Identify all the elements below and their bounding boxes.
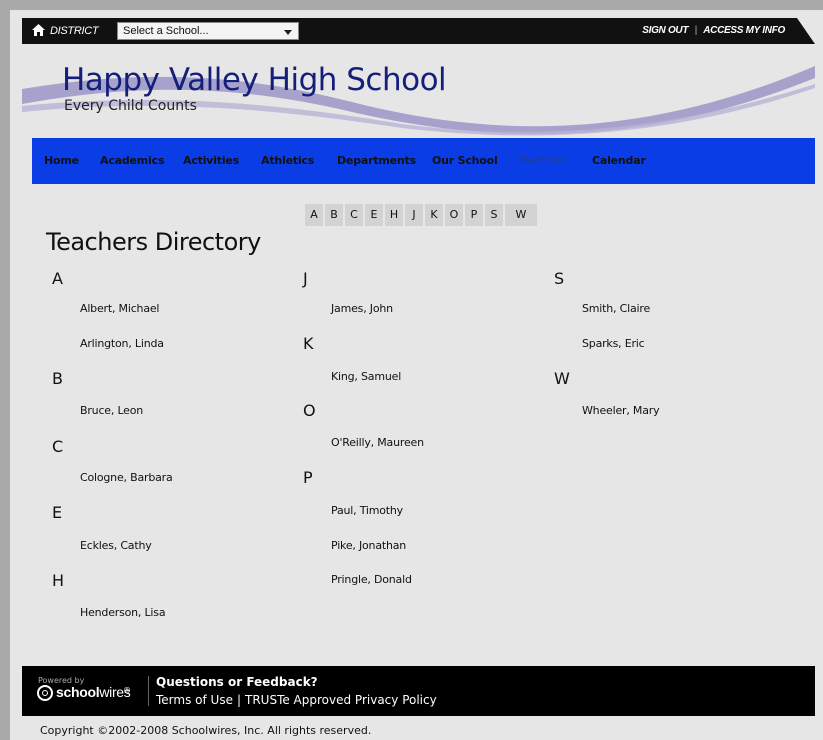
group-letter-s: S xyxy=(554,269,565,288)
alpha-index-o[interactable]: O xyxy=(445,204,463,226)
footer-separator: | xyxy=(236,693,241,707)
alpha-index-j[interactable]: J xyxy=(405,204,423,226)
district-label: DISTRICT xyxy=(50,25,99,37)
feedback-link[interactable]: Questions or Feedback? xyxy=(156,675,318,689)
alpha-index-a[interactable]: A xyxy=(305,204,323,226)
group-letter-h: H xyxy=(52,571,65,590)
group-letter-p: P xyxy=(303,468,313,487)
nav-item-departments[interactable]: Departments xyxy=(337,138,416,184)
footer-divider xyxy=(148,676,149,706)
group-letter-w: W xyxy=(554,369,570,388)
schoolwires-logo[interactable]: schoolwires ® xyxy=(37,684,153,706)
nav-item-activities[interactable]: Activities xyxy=(183,138,239,184)
teacher-link[interactable]: Arlington, Linda xyxy=(80,337,164,350)
logo-bold-text: school xyxy=(56,684,100,700)
schoolwires-logo-icon xyxy=(37,685,53,701)
district-link[interactable]: DISTRICT xyxy=(32,18,99,44)
teacher-link[interactable]: Pringle, Donald xyxy=(331,573,412,586)
group-letter-o: O xyxy=(303,401,316,420)
site-header: Happy Valley High School Every Child Cou… xyxy=(22,44,815,138)
site-footer: Powered by schoolwires ® Questions or Fe… xyxy=(22,666,815,716)
teacher-link[interactable]: Bruce, Leon xyxy=(80,404,143,417)
district-topbar: DISTRICT Select a School... SIGN OUT | A… xyxy=(22,18,815,44)
teacher-link[interactable]: Cologne, Barbara xyxy=(80,471,173,484)
teacher-link[interactable]: Eckles, Cathy xyxy=(80,539,152,552)
nav-item-calendar[interactable]: Calendar xyxy=(592,138,646,184)
teacher-link[interactable]: Sparks, Eric xyxy=(582,337,645,350)
alpha-index-k[interactable]: K xyxy=(425,204,443,226)
copyright-text: Copyright ©2002-2008 Schoolwires, Inc. A… xyxy=(40,724,372,737)
topbar-corner xyxy=(797,18,815,44)
teacher-link[interactable]: O'Reilly, Maureen xyxy=(331,436,424,449)
teacher-link[interactable]: James, John xyxy=(331,302,393,315)
group-letter-e: E xyxy=(52,503,63,522)
alpha-index-e[interactable]: E xyxy=(365,204,383,226)
home-icon xyxy=(32,24,45,36)
school-select[interactable]: Select a School... xyxy=(117,22,299,40)
teacher-link[interactable]: Albert, Michael xyxy=(80,302,159,315)
teacher-link[interactable]: Henderson, Lisa xyxy=(80,606,166,619)
alpha-index-c[interactable]: C xyxy=(345,204,363,226)
account-links: SIGN OUT | ACCESS MY INFO xyxy=(642,18,785,44)
chevron-down-icon xyxy=(284,30,292,35)
teacher-link[interactable]: King, Samuel xyxy=(331,370,401,383)
alpha-index-w[interactable]: W xyxy=(505,204,537,226)
group-letter-c: C xyxy=(52,437,64,456)
teacher-link[interactable]: Pike, Jonathan xyxy=(331,539,406,552)
registered-mark: ® xyxy=(123,686,131,695)
main-nav: Home Academics Activities Athletics Depa… xyxy=(32,138,815,184)
nav-item-academics[interactable]: Academics xyxy=(100,138,164,184)
terms-of-use-link[interactable]: Terms of Use xyxy=(156,693,233,707)
sign-out-link[interactable]: SIGN OUT xyxy=(642,25,688,36)
school-select-value: Select a School... xyxy=(123,25,209,37)
teacher-link[interactable]: Paul, Timothy xyxy=(331,504,403,517)
group-letter-k: K xyxy=(303,334,314,353)
links-separator: | xyxy=(694,25,698,36)
group-letter-a: A xyxy=(52,269,63,288)
teacher-link[interactable]: Wheeler, Mary xyxy=(582,404,660,417)
school-name[interactable]: Happy Valley High School xyxy=(62,62,447,98)
nav-item-teachers[interactable]: Teachers xyxy=(518,138,565,184)
alpha-index-s[interactable]: S xyxy=(485,204,503,226)
group-letter-b: B xyxy=(52,369,63,388)
page-title: Teachers Directory xyxy=(46,228,261,256)
alpha-index-p[interactable]: P xyxy=(465,204,483,226)
nav-item-our-school[interactable]: Our School xyxy=(432,138,498,184)
school-tagline: Every Child Counts xyxy=(64,98,197,114)
alpha-index-b[interactable]: B xyxy=(325,204,343,226)
nav-item-athletics[interactable]: Athletics xyxy=(261,138,314,184)
schoolwires-wordmark: schoolwires xyxy=(56,684,131,700)
group-letter-j: J xyxy=(303,269,308,288)
truste-privacy-link[interactable]: TRUSTe Approved Privacy Policy xyxy=(245,693,437,707)
access-info-link[interactable]: ACCESS MY INFO xyxy=(703,25,785,36)
nav-item-home[interactable]: Home xyxy=(44,138,79,184)
teacher-link[interactable]: Smith, Claire xyxy=(582,302,650,315)
alpha-index-h[interactable]: H xyxy=(385,204,403,226)
footer-links: Terms of Use | TRUSTe Approved Privacy Pol… xyxy=(156,693,437,707)
